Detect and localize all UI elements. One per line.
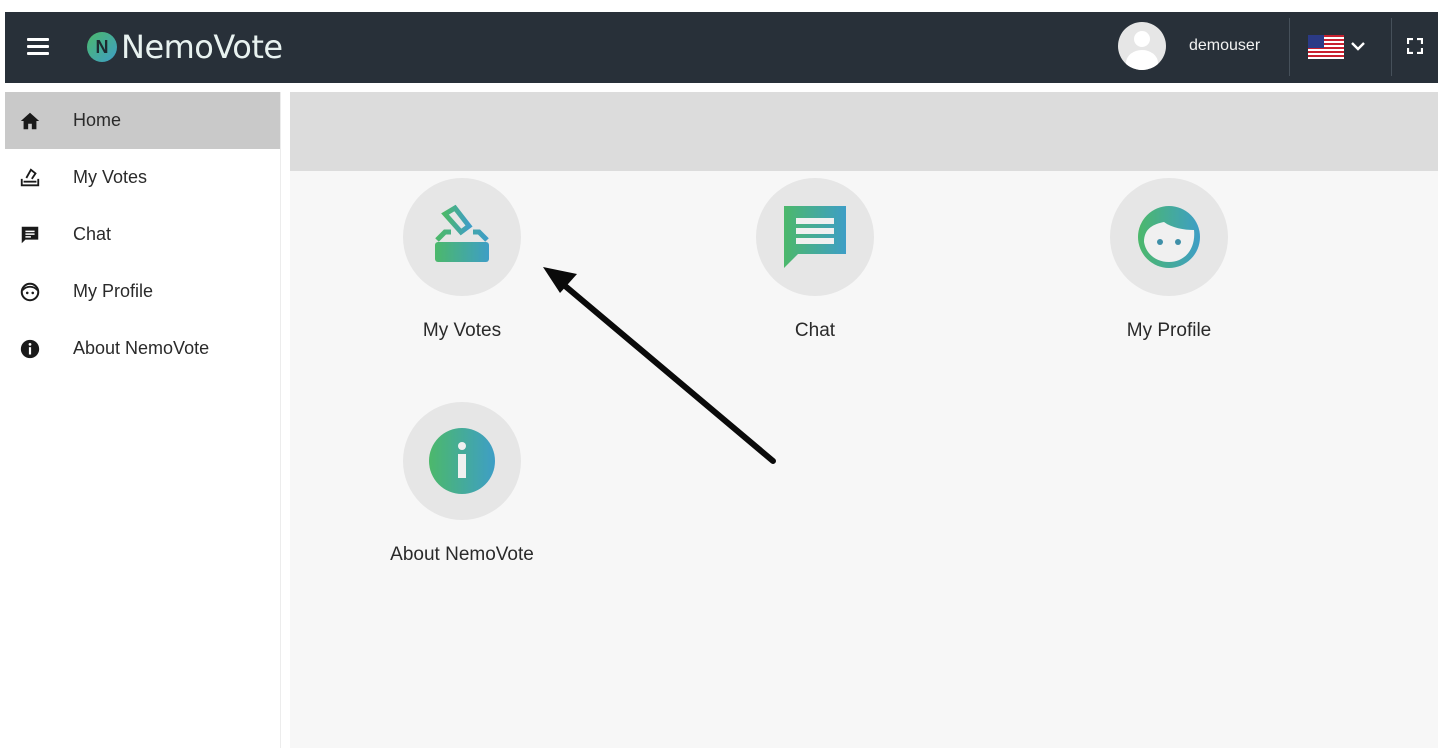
sidebar-item-label: Home — [73, 110, 122, 130]
top-bar: N NemoVote demouser — [5, 12, 1438, 83]
sidebar-item-label: About NemoVote — [73, 338, 210, 358]
main-content: My Votes Chat My Profile About NemoVote — [290, 92, 1438, 748]
sidebar-item-label: Chat — [73, 224, 112, 244]
fullscreen-icon[interactable] — [1407, 38, 1423, 54]
info-icon — [20, 339, 40, 359]
sidebar-item-chat[interactable]: Chat — [5, 206, 280, 263]
sidebar-item-label: My Profile — [73, 281, 154, 301]
divider — [1289, 18, 1290, 76]
sidebar-item-about[interactable]: About NemoVote — [5, 320, 280, 377]
sidebar: Home My Votes Chat My Profile About Nemo… — [5, 92, 281, 748]
logo-mark: N — [87, 32, 117, 62]
home-icon — [20, 112, 40, 130]
face-icon — [20, 282, 40, 302]
us-flag-icon[interactable] — [1308, 35, 1344, 59]
divider — [1391, 18, 1392, 76]
ballot-icon — [20, 168, 40, 187]
menu-icon[interactable] — [27, 38, 49, 56]
sidebar-item-label: My Votes — [73, 167, 148, 187]
avatar[interactable] — [1118, 22, 1166, 70]
brand-name: NemoVote — [121, 28, 283, 66]
brand-logo[interactable]: N NemoVote — [87, 26, 283, 68]
sidebar-item-my-votes[interactable]: My Votes — [5, 149, 280, 206]
sidebar-item-my-profile[interactable]: My Profile — [5, 263, 280, 320]
chat-icon — [21, 226, 39, 244]
pointing-arrow — [543, 267, 776, 464]
app-page: N NemoVote demouser Home My Votes Chat M… — [5, 12, 1438, 748]
username-label[interactable]: demouser — [1189, 37, 1260, 55]
sidebar-item-home[interactable]: Home — [5, 92, 280, 149]
chevron-down-icon[interactable] — [1350, 39, 1366, 53]
